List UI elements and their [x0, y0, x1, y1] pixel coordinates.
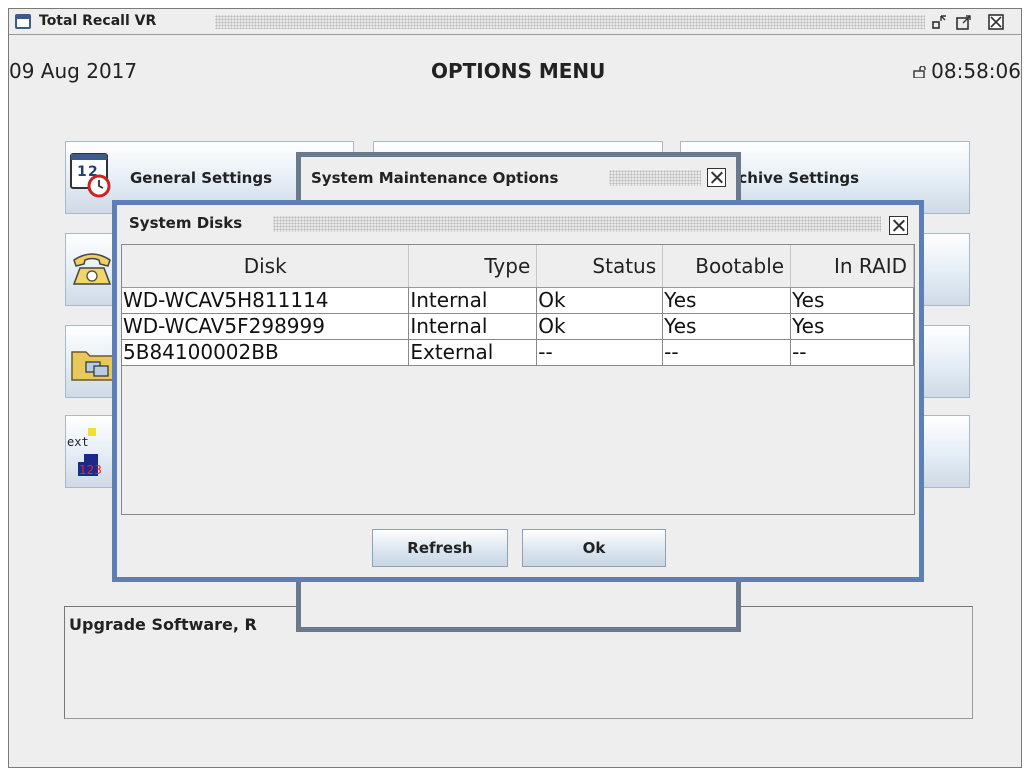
maintenance-dialog-title: System Maintenance Options — [311, 169, 559, 187]
system-disks-dialog: System Disks Disk Type Status Bootable I… — [112, 200, 924, 582]
refresh-button[interactable]: Refresh — [372, 529, 508, 567]
maintenance-dialog-title-bar[interactable]: System Maintenance Options — [301, 157, 736, 197]
window-title: Total Recall VR — [39, 13, 157, 29]
telephone-icon — [72, 253, 112, 285]
column-header-disk[interactable]: Disk — [122, 245, 410, 288]
table-row[interactable]: WD-WCAV5F298999 Internal Ok Yes Yes — [122, 313, 914, 340]
disks-title-texture — [273, 216, 881, 232]
minimize-icon[interactable] — [931, 13, 949, 31]
cell-type: Internal — [408, 287, 538, 314]
cell-disk: WD-WCAV5F298999 — [122, 313, 410, 340]
cell-type: External — [408, 339, 538, 366]
svg-text:ext: ext — [67, 435, 89, 449]
svg-text:1: 1 — [77, 164, 87, 180]
cell-in-raid: -- — [790, 339, 914, 366]
table-row[interactable]: 5B84100002BB External -- -- -- — [122, 339, 914, 366]
column-header-bootable[interactable]: Bootable — [662, 245, 792, 288]
cell-status: Ok — [536, 313, 664, 340]
lock-icon — [913, 66, 926, 78]
table-header-row: Disk Type Status Bootable In RAID — [122, 245, 914, 288]
cell-type: Internal — [408, 313, 538, 340]
close-icon[interactable] — [987, 13, 1005, 31]
title-bar[interactable]: Total Recall VR — [9, 9, 1021, 35]
maintenance-close-icon[interactable] — [707, 168, 726, 187]
title-bar-texture — [215, 15, 925, 29]
column-header-in-raid[interactable]: In RAID — [790, 245, 914, 288]
cell-bootable: Yes — [662, 287, 792, 314]
page-title: OPTIONS MENU — [431, 59, 606, 83]
cell-status: Ok — [536, 287, 664, 314]
network-folder-icon — [71, 351, 115, 381]
general-settings-label: General Settings — [130, 169, 273, 187]
svg-text:123: 123 — [79, 463, 102, 477]
cell-disk: 5B84100002BB — [122, 339, 410, 366]
disks-dialog-title: System Disks — [129, 214, 243, 232]
column-header-type[interactable]: Type — [408, 245, 538, 288]
maintenance-title-texture — [609, 170, 701, 186]
column-header-status[interactable]: Status — [536, 245, 664, 288]
cell-bootable: Yes — [662, 313, 792, 340]
disks-close-icon[interactable] — [889, 216, 908, 235]
clock: 08:58:06 — [913, 59, 1021, 83]
current-date: 09 Aug 2017 — [9, 59, 138, 83]
ok-button[interactable]: Ok — [522, 529, 666, 567]
cell-bootable: -- — [662, 339, 792, 366]
description-text: Upgrade Software, R — [69, 615, 257, 634]
disks-table-area: Disk Type Status Bootable In RAID WD-WCA… — [121, 244, 915, 515]
app-window-icon — [15, 14, 31, 29]
maximize-icon[interactable] — [955, 13, 973, 31]
disks-table: Disk Type Status Bootable In RAID WD-WCA… — [122, 245, 914, 366]
current-time: 08:58:06 — [931, 59, 1021, 83]
cell-status: -- — [536, 339, 664, 366]
extension-numbers-icon: ext 123 — [67, 428, 102, 477]
table-row[interactable]: WD-WCAV5H811114 Internal Ok Yes Yes — [122, 287, 914, 314]
cell-in-raid: Yes — [790, 313, 914, 340]
disks-dialog-title-bar[interactable]: System Disks — [117, 205, 919, 235]
calendar-clock-icon: 1 2 — [70, 153, 111, 198]
archive-settings-label: rchive Settings — [731, 169, 860, 187]
cell-disk: WD-WCAV5H811114 — [122, 287, 410, 314]
cell-in-raid: Yes — [790, 287, 914, 314]
